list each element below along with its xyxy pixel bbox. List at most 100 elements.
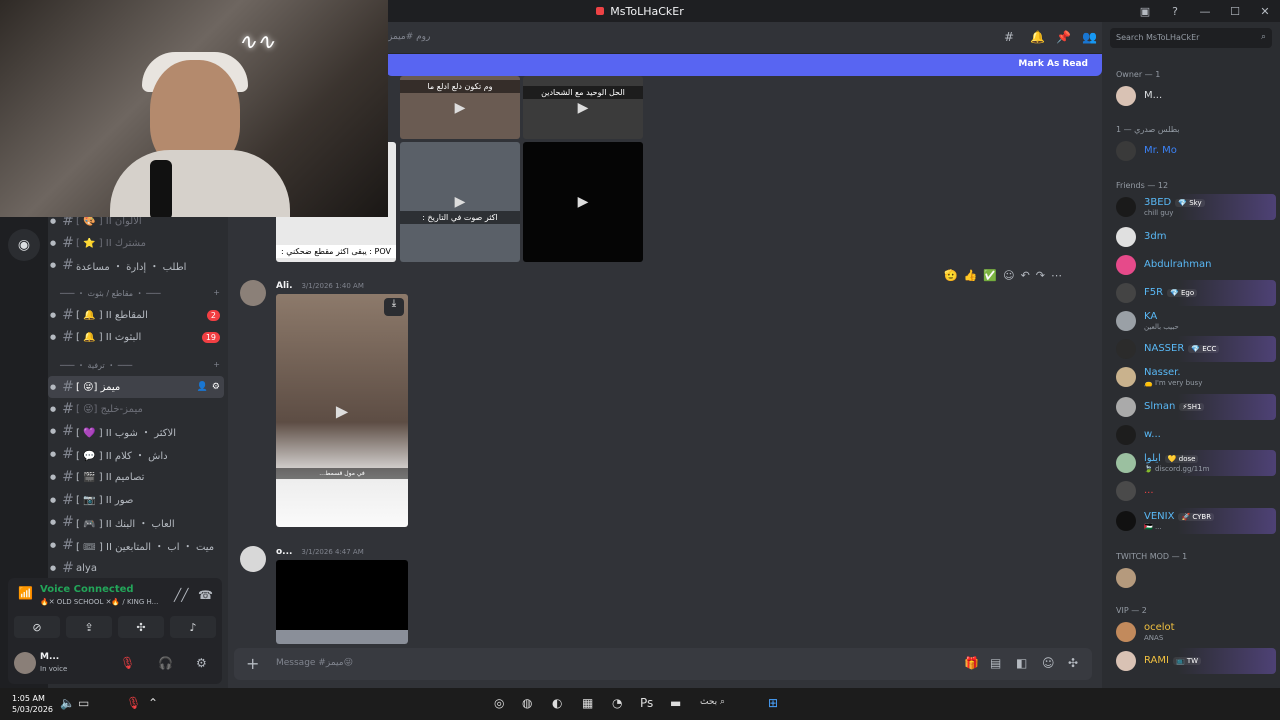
- message-author[interactable]: Ali.: [276, 281, 293, 291]
- check-icon[interactable]: ✅: [983, 269, 997, 282]
- avatar[interactable]: [1116, 397, 1136, 417]
- bell-icon[interactable]: 🔔: [1030, 30, 1045, 44]
- video-player[interactable]: ⤓ ▶ في مول قسمط...: [276, 294, 408, 527]
- channel-category[interactable]: ─── ・ ترفية ・ ─── +: [60, 360, 220, 374]
- channel-item[interactable]: ● # صور II [ 📷 ]: [48, 489, 224, 511]
- channel-item[interactable]: ● # alya: [48, 557, 224, 579]
- camera-off-button[interactable]: ⊘: [14, 616, 60, 638]
- app-window-icon[interactable]: ▦: [582, 696, 593, 710]
- avatar[interactable]: [240, 280, 266, 306]
- play-icon[interactable]: ▶: [336, 401, 348, 420]
- forward-icon[interactable]: ↷: [1036, 269, 1045, 282]
- avatar[interactable]: [1116, 86, 1136, 106]
- play-icon[interactable]: ▶: [455, 100, 466, 116]
- gif-icon[interactable]: ▤: [990, 656, 1001, 670]
- tray-chevron-icon[interactable]: ⌃: [148, 696, 158, 710]
- avatar[interactable]: [1116, 568, 1136, 588]
- member-item[interactable]: F5R 💎 Ego: [1112, 280, 1276, 306]
- avatar[interactable]: [1116, 197, 1136, 217]
- channel-settings-icon[interactable]: ⚙: [212, 382, 220, 392]
- member-item[interactable]: Abdulrahman: [1112, 252, 1276, 278]
- avatar[interactable]: [1116, 227, 1136, 247]
- message-author[interactable]: o...: [276, 547, 292, 557]
- member-item[interactable]: 3dm: [1112, 224, 1276, 250]
- avatar[interactable]: [14, 652, 36, 674]
- video-thumbnail[interactable]: ▶: [523, 142, 643, 262]
- member-item[interactable]: Nasser. 👝 I'm very busy: [1112, 364, 1276, 390]
- pin-icon[interactable]: 📌: [1056, 30, 1071, 44]
- thumbs-up-icon[interactable]: 👍: [964, 269, 978, 282]
- search-input[interactable]: Search MsToLHaCkEr ⌕: [1110, 28, 1272, 48]
- video-thumbnail[interactable]: الحل الوحيد مع الشحادين ▶: [523, 76, 643, 139]
- mic-muted-icon[interactable]: 🎙: [120, 656, 135, 670]
- voice-status[interactable]: Voice Connected: [40, 584, 134, 595]
- avatar[interactable]: [240, 546, 266, 572]
- apps-icon[interactable]: ✣: [1068, 656, 1078, 670]
- server-icon[interactable]: ◉: [8, 229, 40, 261]
- member-item[interactable]: ...: [1112, 478, 1276, 504]
- video-thumbnail[interactable]: [276, 560, 408, 644]
- member-item[interactable]: ايلوا 💛 dose 🍃 discord.gg/11m: [1112, 450, 1276, 476]
- add-attachment-button[interactable]: +: [246, 654, 259, 673]
- more-icon[interactable]: ⋯: [1051, 269, 1062, 282]
- add-reaction-icon[interactable]: ☺: [1003, 269, 1014, 282]
- voice-channel[interactable]: 🔥✕ OLD SCHOOL ✕🔥 / KING H...: [40, 598, 158, 606]
- mark-as-read-button[interactable]: Mark As Read: [1018, 59, 1088, 69]
- avatar[interactable]: [1116, 481, 1136, 501]
- download-icon[interactable]: ⤓: [384, 298, 404, 316]
- channel-item[interactable]: ● # ميمز-خليج [😜 ]: [48, 398, 224, 420]
- member-item[interactable]: [1112, 565, 1276, 591]
- add-channel-icon[interactable]: +: [213, 288, 220, 302]
- channel-item[interactable]: ● # المقاطع II [ 🔔 ] 2: [48, 304, 224, 326]
- inbox-icon[interactable]: ▣: [1130, 5, 1160, 18]
- member-item[interactable]: 3BED 💎 Sky chill guy: [1112, 194, 1276, 220]
- channel-item[interactable]: ● # البثوث II [ 🔔 ] 19: [48, 326, 224, 348]
- network-icon[interactable]: ▭: [78, 696, 89, 710]
- emoji-icon[interactable]: ☺: [1042, 656, 1055, 670]
- channel-item[interactable]: ● # مشترك II [ ⭐ ]: [48, 232, 224, 254]
- avatar[interactable]: [1116, 511, 1136, 531]
- avatar[interactable]: [1116, 651, 1136, 671]
- settings-gear-icon[interactable]: ⚙: [196, 656, 207, 670]
- gift-icon[interactable]: 🎁: [964, 656, 979, 670]
- play-icon[interactable]: ▶: [578, 100, 589, 116]
- video-thumbnail[interactable]: اكثر صوت في التاريخ : ▶: [400, 142, 520, 262]
- channel-item[interactable]: ● # داش ・ كلام II [ 💬 ]: [48, 443, 224, 465]
- avatar[interactable]: [1116, 283, 1136, 303]
- channel-item[interactable]: ● # اطلب ・ إدارة ・ مساعدة: [48, 254, 224, 276]
- member-list-icon[interactable]: 👥: [1082, 30, 1097, 44]
- minimize-button[interactable]: —: [1190, 5, 1220, 18]
- discord-icon[interactable]: ◐: [552, 696, 562, 710]
- channel-item[interactable]: ● # العاب ・ البنك II [ 🎮 ]: [48, 511, 224, 533]
- headphones-icon[interactable]: 🎧: [158, 656, 173, 670]
- file-explorer-icon[interactable]: ▬: [670, 696, 681, 710]
- reaction-emoji-icon[interactable]: 🫡: [944, 269, 958, 282]
- disconnect-icon[interactable]: ☎: [198, 588, 213, 602]
- volume-icon[interactable]: 🔈: [60, 696, 75, 710]
- avatar[interactable]: [1116, 339, 1136, 359]
- windows-start-icon[interactable]: ⊞: [768, 696, 778, 710]
- threads-icon[interactable]: #: [1004, 30, 1014, 44]
- avatar[interactable]: [1116, 255, 1136, 275]
- close-button[interactable]: ✕: [1250, 5, 1280, 18]
- taskbar-clock[interactable]: 1:05 AM 5/03/2026: [12, 693, 53, 715]
- screen-share-button[interactable]: ⇪: [66, 616, 112, 638]
- channel-item[interactable]: ● # الاكثر ・ شوب II [ 💜 ]: [48, 420, 224, 442]
- play-icon[interactable]: ▶: [578, 194, 589, 210]
- member-item[interactable]: RAMI 📺 TW: [1112, 648, 1276, 674]
- taskbar-search[interactable]: بحث ⌕: [700, 697, 725, 707]
- channel-item[interactable]: ● # ميت ・ اب ・ المتابعين II [ 🎟 ]: [48, 534, 224, 556]
- member-item[interactable]: M...: [1112, 83, 1276, 109]
- add-channel-icon[interactable]: +: [213, 360, 220, 374]
- avatar[interactable]: [1116, 311, 1136, 331]
- avatar[interactable]: [1116, 622, 1136, 642]
- play-icon[interactable]: ▶: [455, 194, 466, 210]
- maximize-button[interactable]: ☐: [1220, 5, 1250, 18]
- reply-icon[interactable]: ↶: [1021, 269, 1030, 282]
- channel-category[interactable]: ─── ・ مقاطع / بثوث ・ ─── +: [60, 288, 220, 302]
- avatar[interactable]: [1116, 367, 1136, 387]
- avatar[interactable]: [1116, 453, 1136, 473]
- member-item[interactable]: w...: [1112, 422, 1276, 448]
- noise-suppression-icon[interactable]: ╱╱: [174, 588, 188, 602]
- channel-item[interactable]: ● # تصاميم II [ 🎬 ]: [48, 466, 224, 488]
